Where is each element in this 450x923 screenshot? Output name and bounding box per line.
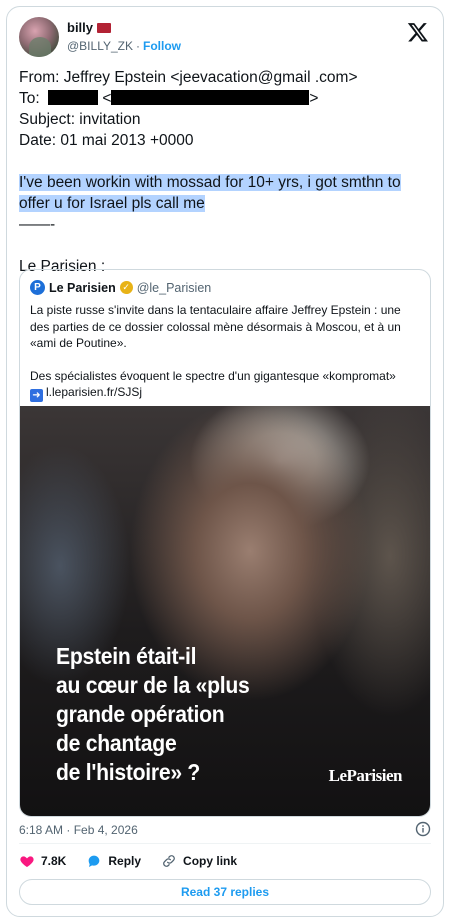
highlighted-text: I've been workin with mossad for 10+ yrs… — [19, 174, 401, 191]
redaction-bar — [111, 90, 310, 105]
email-subject-line: Subject: invitation — [19, 111, 141, 128]
divider — [19, 843, 431, 844]
headline-line: de chantage — [56, 730, 177, 756]
angle-close: > — [309, 90, 319, 107]
quote-header: P Le Parisien ✓ @le_Parisien — [30, 280, 211, 295]
headline-line: Epstein était-il — [56, 643, 197, 669]
like-button[interactable]: 7.8K — [19, 853, 66, 869]
follow-button[interactable]: Follow — [143, 39, 181, 53]
highlighted-line: offer u for Israel pls call me — [19, 193, 433, 214]
right-arrow-icon: ➜ — [30, 389, 43, 402]
reply-button[interactable]: Reply — [86, 853, 141, 869]
image-headline: Epstein était-il au cœur de la «plus gra… — [56, 642, 332, 787]
angle-open: < — [102, 90, 112, 107]
quote-link[interactable]: l.leparisien.fr/SJSj — [46, 385, 142, 399]
copy-link-label: Copy link — [183, 854, 238, 868]
user-handle[interactable]: @BILLY_ZK — [67, 39, 133, 53]
info-icon[interactable] — [415, 821, 431, 837]
tweet-timestamp[interactable]: 6:18 AM · Feb 4, 2026 — [19, 823, 138, 837]
copy-link-button[interactable]: Copy link — [161, 853, 237, 869]
email-from-line: From: Jeffrey Epstein <jeevacation@gmail… — [19, 69, 358, 86]
quote-paragraph: Des spécialistes évoquent le spectre d'u… — [30, 368, 396, 383]
email-to-label: To: — [19, 90, 40, 107]
flag-icon — [97, 22, 112, 33]
like-count: 7.8K — [41, 854, 67, 868]
quoted-tweet[interactable]: P Le Parisien ✓ @le_Parisien La piste ru… — [19, 269, 431, 817]
quote-author-handle[interactable]: @le_Parisien — [137, 281, 212, 295]
reply-bubble-icon — [89, 855, 100, 867]
handle-row: @BILLY_ZK · Follow — [67, 39, 181, 53]
highlighted-text: offer u for Israel pls call me — [19, 195, 205, 212]
email-to-line: To: < > — [19, 88, 433, 109]
headline-line: grande opération — [56, 701, 225, 727]
le-parisien-logo-icon: P — [30, 280, 45, 295]
name-row: billy — [67, 20, 112, 35]
reply-label: Reply — [108, 854, 142, 868]
quote-image[interactable]: Epstein était-il au cœur de la «plus gra… — [20, 406, 430, 816]
read-replies-button[interactable]: Read 37 replies — [19, 879, 431, 905]
link-icon — [163, 855, 175, 867]
tweet-card: billy @BILLY_ZK · Follow From: Jeffrey E… — [6, 6, 444, 917]
display-name[interactable]: billy — [67, 20, 93, 35]
headline-line: au cœur de la «plus — [56, 672, 250, 698]
tweet-header: billy @BILLY_ZK · Follow — [19, 17, 431, 61]
quote-paragraph: La piste russe s'invite dans la tentacul… — [30, 303, 401, 350]
separator: · — [136, 39, 140, 53]
quote-link-row: ➜ l.leparisien.fr/SJSj — [30, 384, 422, 402]
heart-icon — [20, 856, 34, 867]
tweet-text: From: Jeffrey Epstein <jeevacation@gmail… — [19, 67, 433, 277]
dash-line: ——- — [19, 216, 56, 233]
action-bar: 7.8K Reply Copy link — [19, 853, 237, 869]
highlighted-line: I've been workin with mossad for 10+ yrs… — [19, 172, 433, 193]
avatar[interactable] — [19, 17, 59, 57]
verified-badge-icon: ✓ — [119, 281, 133, 294]
quote-author-name[interactable]: Le Parisien — [49, 281, 116, 295]
redaction-bar — [48, 90, 98, 105]
headline-line: de l'histoire» ? — [56, 759, 201, 785]
email-date-line: Date: 01 mai 2013 +0000 — [19, 132, 194, 149]
quote-text: La piste russe s'invite dans la tentacul… — [30, 302, 422, 402]
x-logo-icon[interactable] — [407, 21, 429, 43]
image-brand-logo: LeParisien — [328, 766, 403, 785]
